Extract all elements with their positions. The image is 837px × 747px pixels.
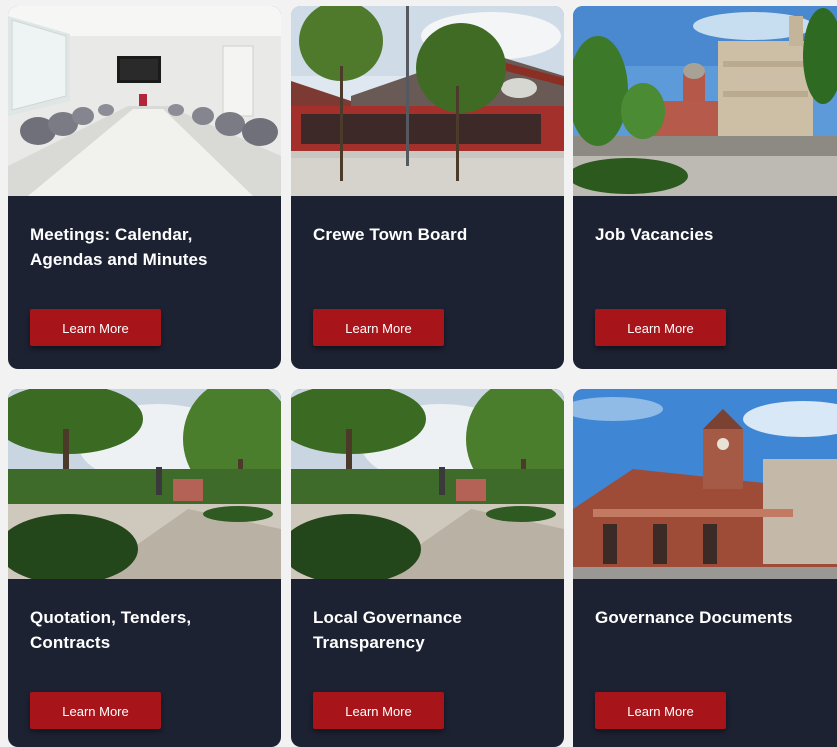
learn-more-button[interactable]: Learn More (30, 692, 161, 729)
learn-more-button[interactable]: Learn More (313, 309, 444, 346)
card-quotation-tenders: Quotation, Tenders, Contracts Learn More (8, 389, 281, 747)
learn-more-button[interactable]: Learn More (595, 692, 726, 729)
card-governance-documents: Governance Documents Learn More (573, 389, 837, 747)
town-square-photo (8, 389, 281, 579)
card-title: Quotation, Tenders, Contracts (30, 608, 192, 652)
card-grid: Meetings: Calendar, Agendas and Minutes … (0, 0, 837, 747)
card-title: Governance Documents (595, 608, 793, 627)
learn-more-button[interactable]: Learn More (313, 692, 444, 729)
card-job-vacancies: Job Vacancies Learn More (573, 6, 837, 369)
market-hall-photo (291, 6, 564, 196)
card-meetings: Meetings: Calendar, Agendas and Minutes … (8, 6, 281, 369)
card-local-governance: Local Governance Transparency Learn More (291, 389, 564, 747)
card-title: Local Governance Transparency (313, 608, 462, 652)
town-square-photo (291, 389, 564, 579)
card-title: Job Vacancies (595, 225, 714, 244)
municipal-buildings-photo (573, 6, 837, 196)
market-hall-facade-photo (573, 389, 837, 579)
boardroom-photo (8, 6, 281, 196)
card-crewe-town-board: Crewe Town Board Learn More (291, 6, 564, 369)
learn-more-button[interactable]: Learn More (30, 309, 161, 346)
card-title: Meetings: Calendar, Agendas and Minutes (30, 225, 208, 269)
card-title: Crewe Town Board (313, 225, 468, 244)
learn-more-button[interactable]: Learn More (595, 309, 726, 346)
